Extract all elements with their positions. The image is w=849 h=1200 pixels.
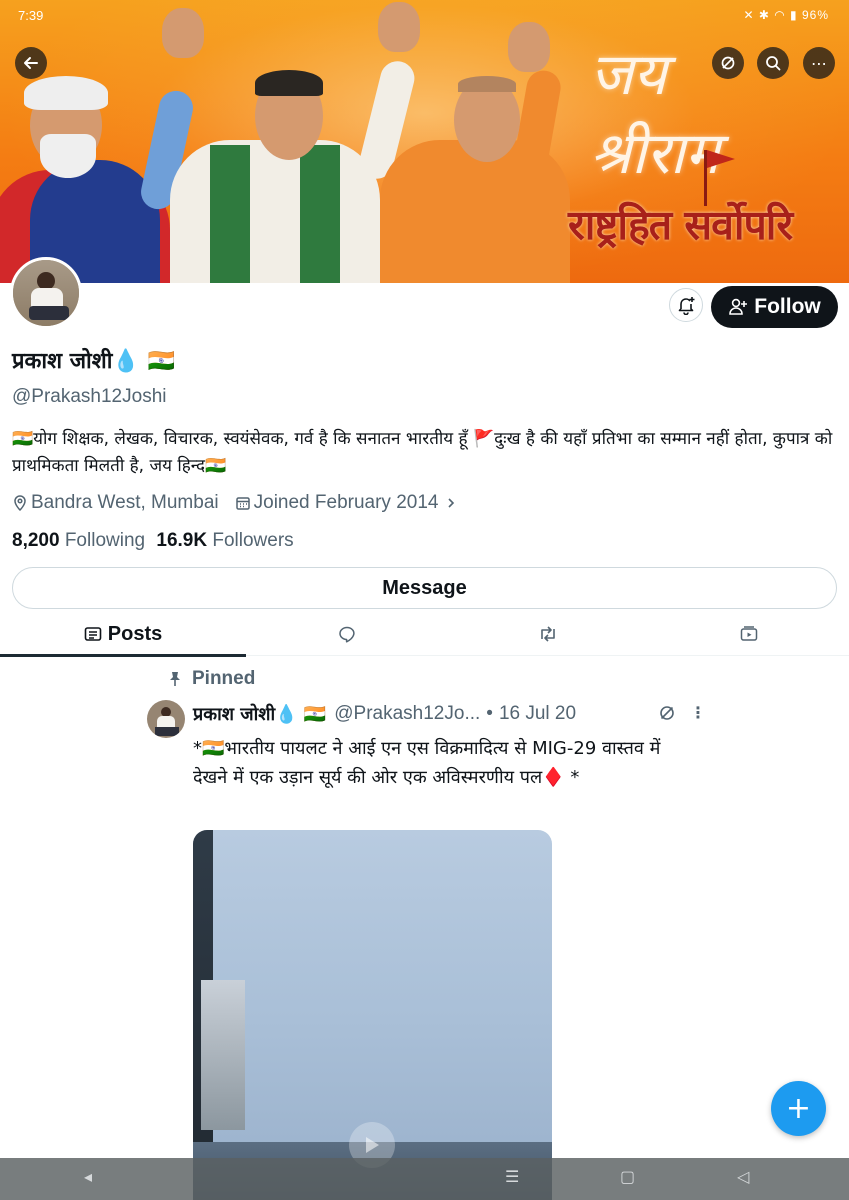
status-icons: ✕ ✱ ◠ ▮ 96% [743,8,829,22]
nav-back-icon[interactable]: ◁ [737,1167,749,1186]
chevron-right-icon [448,498,455,508]
profile-banner[interactable]: जय श्रीराम राष्ट्रहित सर्वोपरि 7:39 ✕ ✱ … [0,0,849,283]
message-button[interactable]: Message [12,567,837,609]
posts-icon [84,627,102,641]
calendar-icon [235,497,250,510]
battery-level: 96% [801,8,829,22]
avatar-legs [29,306,69,320]
grok-icon [660,706,674,720]
banner-slogan: राष्ट्रहित सर्वोपरि [568,201,793,249]
repost-icon [540,626,555,642]
nav-home-icon[interactable]: ▢ [620,1167,635,1186]
nav-left-icon[interactable]: ◂ [84,1167,92,1186]
followers-label: Followers [212,530,294,551]
profile-avatar[interactable] [10,257,82,329]
pin-icon [170,672,180,686]
avatar-shirt [31,288,63,308]
profile-tabs: Posts [0,612,849,657]
follow-label: Follow [754,295,821,318]
post-author-name[interactable]: प्रकाश जोशी💧 🇮🇳 [193,702,326,726]
tab-posts-label: Posts [107,622,163,645]
reply-icon [338,626,355,643]
grok-icon [721,56,735,70]
profile-name: प्रकाश जोशी💧 🇮🇳 [12,349,175,374]
following-count: 8,200 [12,530,60,551]
location-item: Bandra West, Mumbai [12,492,219,514]
location-pin-icon [14,495,26,512]
status-time: 7:39 [18,8,44,23]
pinned-indicator: Pinned [168,668,255,690]
followers-count: 16.9K [156,530,208,551]
post-text: *🇮🇳भारतीय पायलट ने आई एन एस विक्रमादित्य… [193,738,661,788]
following-link[interactable]: 8,200 Following [12,530,150,551]
avatar-legs [155,727,179,736]
search-icon [766,56,781,71]
status-bar: 7:39 ✕ ✱ ◠ ▮ 96% [0,0,849,34]
video-ship-structure [201,980,245,1130]
post-author-handle[interactable]: @Prakash12Jo... [334,703,480,725]
tab-media[interactable] [648,612,849,656]
signal-icons: ✕ ✱ ◠ ▮ [743,8,798,22]
grok-button[interactable] [712,47,744,79]
post-more-button[interactable]: ⋮ [690,703,706,722]
joined-item[interactable]: Joined February 2014 [235,492,462,514]
following-label: Following [64,530,146,551]
tab-posts[interactable]: Posts [0,612,246,657]
more-button[interactable]: ⋯ [803,47,835,79]
profile-handle: @Prakash12Joshi [12,386,167,407]
person-plus-icon [729,298,748,315]
banner-figure-right [380,0,590,283]
media-icon [740,626,757,641]
followers-link[interactable]: 16.9K Followers [156,530,293,551]
profile-meta: Bandra West, Mumbai Joined February 2014 [12,492,477,514]
follow-counts: 8,200 Following 16.9K Followers [12,530,294,552]
profile-bio: 🇮🇳योग शिक्षक, लेखक, विचारक, स्वयंसेवक, ग… [12,429,833,476]
banner-script-text: जय श्रीराम [590,40,720,187]
search-button[interactable] [757,47,789,79]
play-icon [366,1137,379,1153]
post-video[interactable] [193,830,552,1200]
more-icon: ⋯ [811,53,827,73]
tab-replies[interactable] [246,612,447,656]
message-label: Message [382,576,467,599]
nav-recents-icon[interactable]: ☰ [505,1167,519,1186]
compose-button[interactable]: + [771,1081,826,1136]
pinned-label: Pinned [192,668,256,689]
post-separator: • [486,703,493,724]
notify-button[interactable] [669,288,703,322]
bell-plus-icon [678,297,695,315]
follow-button[interactable]: Follow [711,286,838,328]
system-nav-bar: ◂ ☰ ▢ ◁ [0,1158,849,1200]
joined-text: Joined February 2014 [253,492,439,513]
post-header: प्रकाश जोशी💧 🇮🇳 @Prakash12Jo... • 16 Jul… [193,702,576,726]
back-button[interactable] [15,47,47,79]
tab-reposts[interactable] [447,612,648,656]
location-text: Bandra West, Mumbai [31,492,219,513]
post-author-avatar[interactable] [147,700,185,738]
back-arrow-icon [24,57,38,69]
post-grok-button[interactable] [658,704,676,726]
post-date[interactable]: 16 Jul 20 [499,703,576,725]
